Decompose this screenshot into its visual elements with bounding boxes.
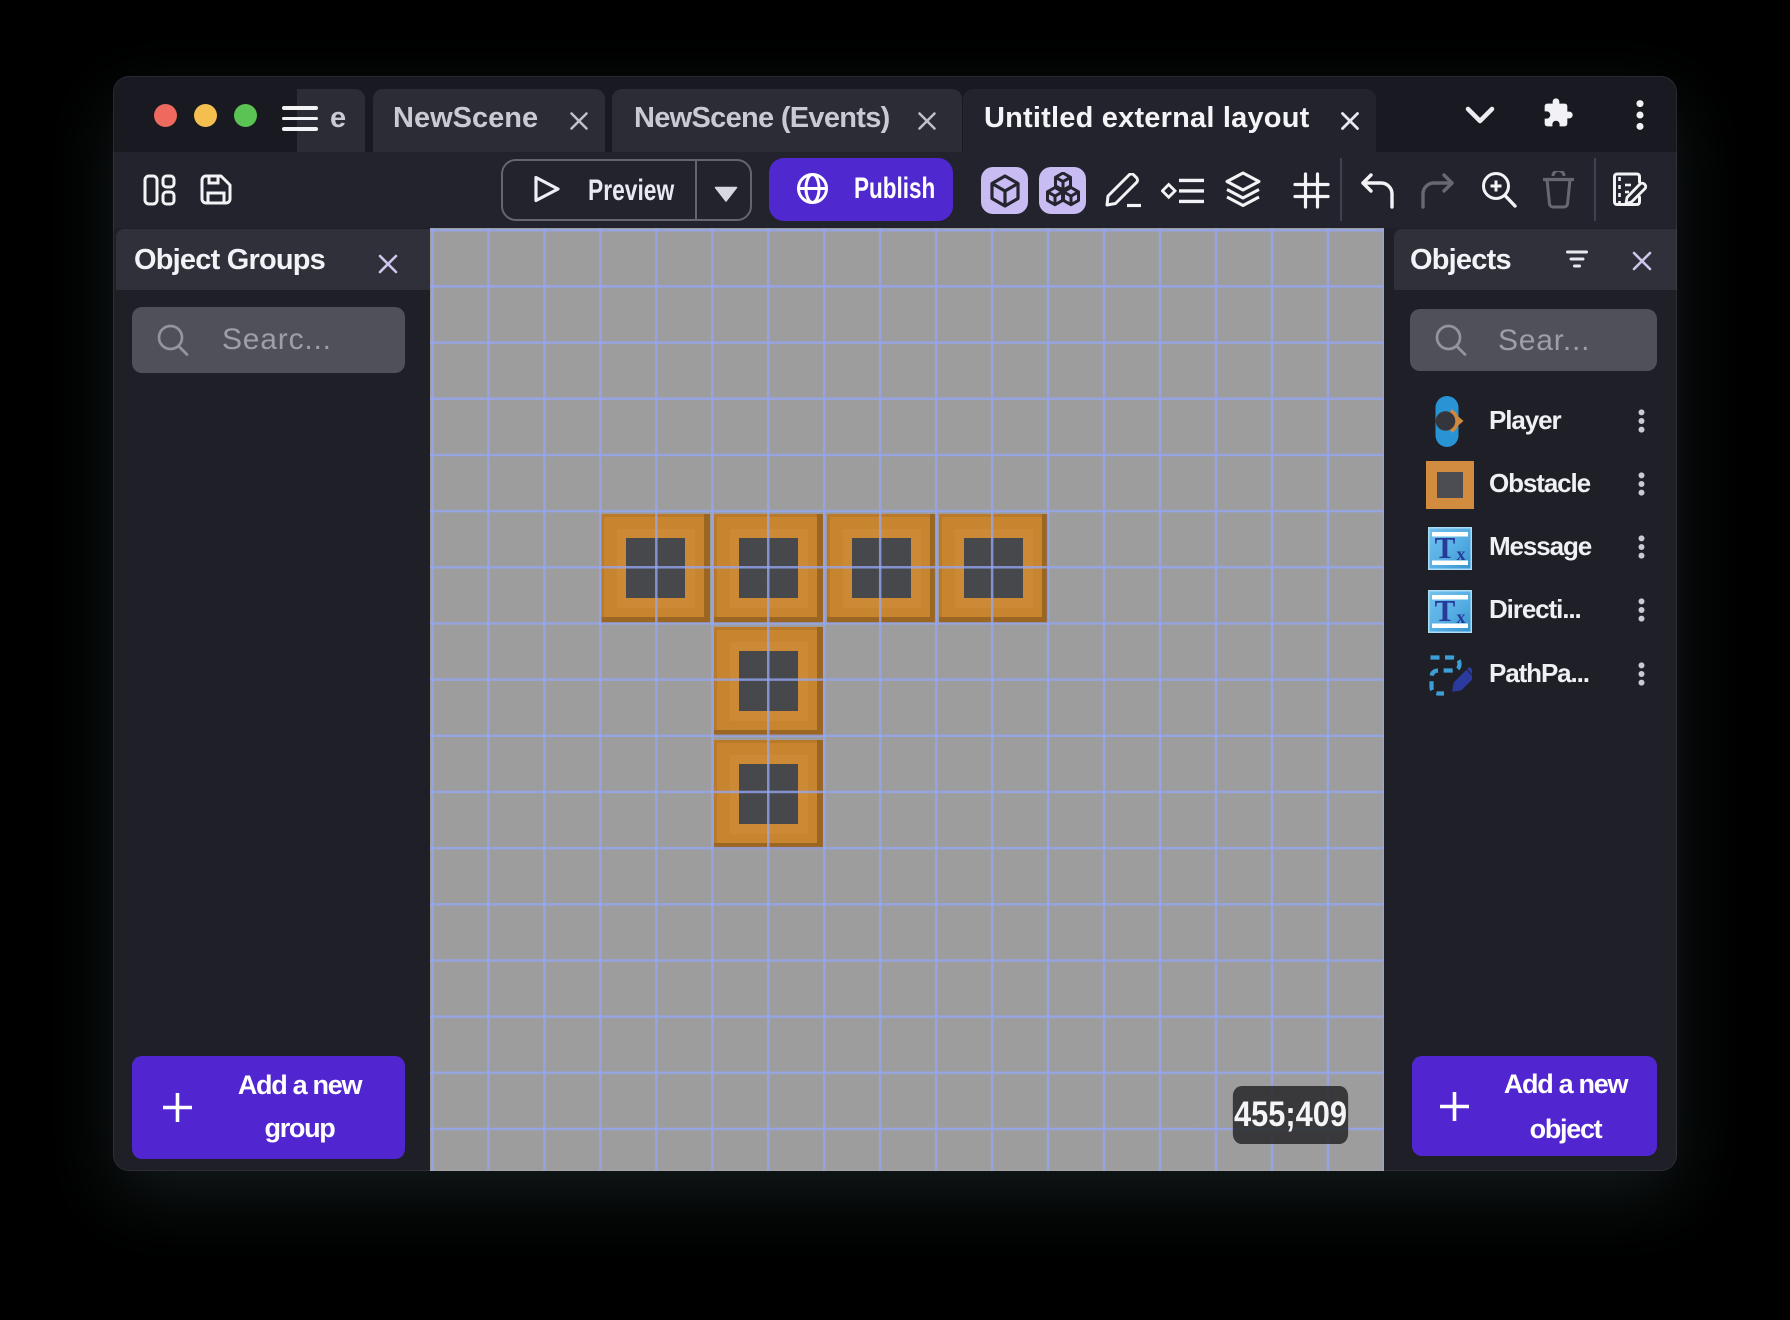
svg-text:T: T	[1435, 530, 1456, 565]
svg-text:T: T	[1435, 593, 1456, 628]
svg-text:x: x	[1457, 607, 1466, 627]
svg-text:x: x	[1457, 544, 1466, 564]
